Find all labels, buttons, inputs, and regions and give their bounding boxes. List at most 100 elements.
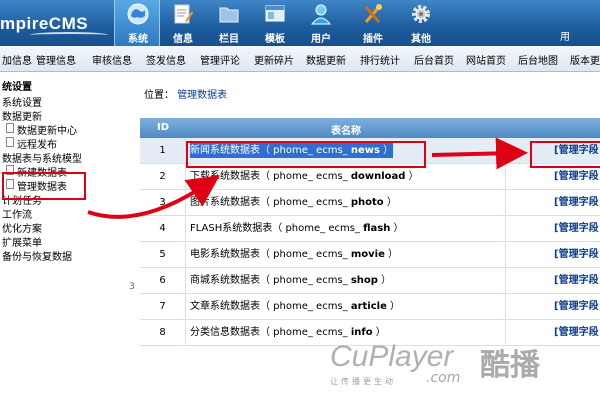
table-name: 图片系统数据表: [190, 197, 260, 208]
manage-fields-link[interactable]: [管理字段: [506, 190, 600, 216]
annotation-box-first-row: [186, 141, 426, 168]
module-label: 插件: [363, 34, 383, 45]
cell-table-name: 商城系统数据表（ phome_ ecms_ shop ）: [186, 268, 506, 294]
table-code-suffix: ）: [383, 197, 397, 208]
table-code-suffix: ）: [377, 275, 392, 286]
cell-id: 3: [140, 190, 186, 216]
table-code-prefix: （ phome_ ecms_: [260, 327, 351, 338]
user-icon: [310, 4, 332, 25]
tree-remote-publish[interactable]: 远程发布: [17, 136, 57, 151]
folder-icon: [219, 7, 239, 23]
module-user[interactable]: 用户: [298, 0, 344, 46]
module-label: 模板: [265, 34, 285, 45]
module-label: 其他: [411, 34, 431, 45]
table-name: 下载系统数据表: [190, 171, 260, 182]
manage-fields-link[interactable]: [管理字段: [506, 216, 600, 242]
table-row: 3 图片系统数据表（ phome_ ecms_ photo ） [管理字段: [140, 190, 600, 216]
module-column[interactable]: 栏目: [206, 0, 252, 46]
tree-system-settings-group[interactable]: 统设置: [2, 78, 32, 93]
document-icon: [6, 123, 14, 133]
module-plugin[interactable]: 插件: [350, 0, 396, 46]
globe-icon: [127, 3, 149, 25]
tree-data-table-model[interactable]: 数据表与系统模型: [2, 150, 82, 165]
table-code-suffix: ）: [405, 171, 419, 182]
nav-site-home[interactable]: 网站首页: [466, 52, 506, 67]
cell-id: 4: [140, 216, 186, 242]
tree-workflow[interactable]: 工作流: [2, 206, 32, 221]
table-code-prefix: （ phome_ ecms_: [260, 197, 351, 208]
annotation-box-action: [530, 141, 600, 168]
cell-table-name: 文章系统数据表（ phome_ ecms_ article ）: [186, 294, 506, 320]
nav-version-update[interactable]: 版本更: [570, 52, 600, 67]
main-panel: 位置： 管理数据表 ID 表名称 1 新闻系统数据表（ phome_ ecms_ …: [134, 72, 600, 400]
cell-id: 5: [140, 242, 186, 268]
cell-id: 2: [140, 164, 186, 190]
nav-rank-stats[interactable]: 排行统计: [360, 52, 400, 67]
tree-data-update[interactable]: 数据更新: [2, 108, 42, 123]
table-code-suffix: ）: [372, 327, 386, 338]
tree-extend-menu[interactable]: 扩展菜单: [2, 234, 42, 249]
manage-fields-link[interactable]: [管理字段: [506, 242, 600, 268]
table-name: 商城系统数据表: [190, 275, 260, 286]
top-banner: mpireCMS 系统 信息 栏目 模板 用户 插件 其他 用: [0, 0, 600, 46]
nav-manage-comment[interactable]: 管理评论: [200, 52, 240, 67]
table-name: 文章系统数据表: [190, 301, 260, 312]
tree-system-settings[interactable]: 系统设置: [2, 94, 42, 109]
table-code-suffix: ）: [386, 301, 401, 312]
table-code: photo: [350, 197, 384, 208]
nav-sign-info[interactable]: 签发信息: [146, 52, 186, 67]
table-header: ID 表名称: [140, 118, 600, 138]
table-code-prefix: （ phome_ ecms_: [260, 171, 351, 182]
nav-update-fragment[interactable]: 更新碎片: [254, 52, 294, 67]
nav-add-info[interactable]: 加信息: [2, 52, 32, 67]
header-name: 表名称: [331, 126, 361, 137]
cell-table-name: FLASH系统数据表（ phome_ ecms_ flash ）: [186, 216, 506, 242]
document-edit-icon: [174, 4, 193, 24]
table-row: 5 电影系统数据表（ phome_ ecms_ movie ） [管理字段: [140, 242, 600, 268]
tree-backup-restore[interactable]: 备份与恢复数据: [2, 248, 72, 263]
tools-icon: [364, 4, 382, 23]
module-system[interactable]: 系统: [114, 0, 160, 46]
cell-table-name: 电影系统数据表（ phome_ ecms_ movie ）: [186, 242, 506, 268]
manage-fields-link[interactable]: [管理字段: [506, 268, 600, 294]
table-row: 4 FLASH系统数据表（ phome_ ecms_ flash ） [管理字段: [140, 216, 600, 242]
module-info[interactable]: 信息: [160, 0, 206, 46]
quick-nav-bar: 加信息 管理信息 审核信息 签发信息 管理评论 更新碎片 数据更新 排行统计 后…: [0, 46, 600, 72]
table-code-prefix: （ phome_ ecms_: [260, 301, 351, 312]
nav-review-info[interactable]: 审核信息: [92, 52, 132, 67]
table-code: movie: [350, 249, 385, 260]
nav-data-update[interactable]: 数据更新: [306, 52, 346, 67]
cell-id: 1: [140, 138, 186, 164]
breadcrumb-link[interactable]: 管理数据表: [177, 90, 227, 101]
tree-data-update-center[interactable]: 数据更新中心: [17, 122, 77, 137]
module-label: 系统: [128, 34, 148, 45]
table-code: flash: [363, 223, 391, 234]
module-label: 用户: [311, 34, 331, 45]
manage-fields-link[interactable]: [管理字段: [506, 294, 600, 320]
table-code: info: [350, 327, 373, 338]
table-code: article: [350, 301, 387, 312]
module-template[interactable]: 模板: [252, 0, 298, 46]
table-name: 分类信息数据表: [190, 327, 260, 338]
table-code-prefix: （ phome_ ecms_: [260, 249, 351, 260]
cell-table-name: 分类信息数据表（ phome_ ecms_ info ）: [186, 320, 506, 346]
tree-optimize-plan[interactable]: 优化方案: [2, 220, 42, 235]
nav-admin-home[interactable]: 后台首页: [414, 52, 454, 67]
cell-id: 8: [140, 320, 186, 346]
cell-table-name: 图片系统数据表（ phome_ ecms_ photo ）: [186, 190, 506, 216]
table-code-suffix: ）: [384, 249, 399, 260]
cell-id: 7: [140, 294, 186, 320]
user-label: 用: [560, 32, 570, 43]
table-row: 7 文章系统数据表（ phome_ ecms_ article ） [管理字段: [140, 294, 600, 320]
cell-id: 6: [140, 268, 186, 294]
table-row: 6 商城系统数据表（ phome_ ecms_ shop ） [管理字段: [140, 268, 600, 294]
table-code: shop: [350, 275, 378, 286]
module-other[interactable]: 其他: [398, 0, 444, 46]
manage-fields-link[interactable]: [管理字段: [506, 320, 600, 346]
nav-admin-map[interactable]: 后台地图: [518, 52, 558, 67]
table-name: 电影系统数据表: [190, 249, 260, 260]
gear-icon: [412, 5, 430, 23]
nav-manage-info[interactable]: 管理信息: [36, 52, 76, 67]
table-code: download: [350, 171, 406, 182]
table-name: FLASH系统数据表: [190, 223, 273, 234]
